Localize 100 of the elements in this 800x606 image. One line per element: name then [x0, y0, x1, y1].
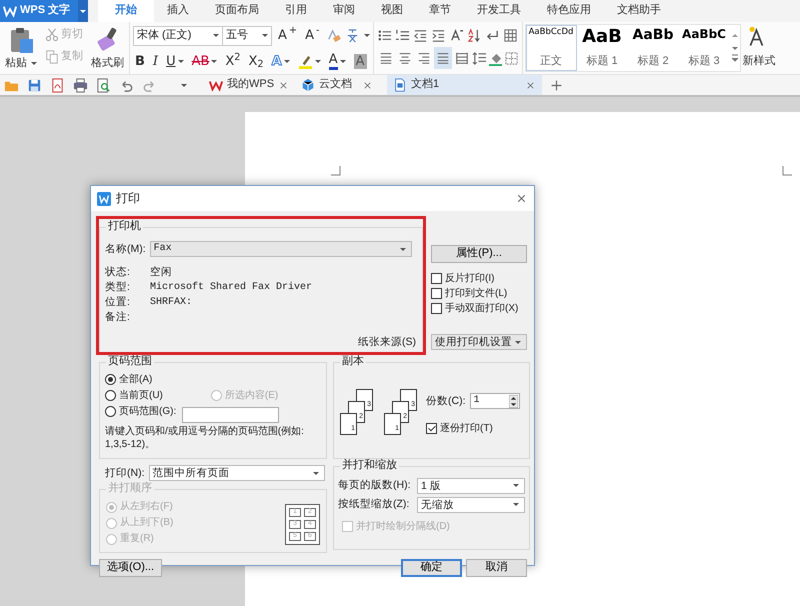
radio-option[interactable]: 全部(A): [105, 372, 152, 387]
document-tab[interactable]: 文档1: [387, 75, 542, 95]
bullet-list-icon[interactable]: [376, 28, 392, 43]
dialog-title: 打印: [116, 191, 140, 206]
copies-spinner[interactable]: 1: [470, 393, 520, 409]
copy-icon: [45, 50, 59, 64]
menu-tab[interactable]: 页面布局: [202, 0, 272, 22]
font-family-dropdown[interactable]: 宋体 (正文): [133, 26, 223, 46]
menu-tab[interactable]: 审阅: [320, 0, 368, 22]
menu-tab[interactable]: 开始: [98, 0, 154, 22]
border-icon[interactable]: [504, 50, 519, 66]
menu-tab[interactable]: 视图: [368, 0, 416, 22]
scissors-icon: [45, 28, 59, 42]
font-size-dropdown[interactable]: 五号: [222, 26, 272, 46]
close-icon[interactable]: [278, 80, 290, 90]
page-range-field[interactable]: [182, 407, 280, 423]
printer-settings-dropdown[interactable]: 使用打印机设置: [431, 334, 527, 350]
logo-icon: [97, 192, 111, 206]
style-option[interactable]: AaBbCcDd 正文: [526, 25, 577, 71]
dropdown[interactable]: 无缩放: [417, 496, 525, 512]
font-color-button[interactable]: A: [326, 50, 348, 72]
field-label: 备注:: [105, 311, 131, 324]
group-label: 页码范围: [106, 355, 154, 368]
table-icon[interactable]: [502, 28, 518, 43]
alignment-button[interactable]: [434, 47, 452, 69]
radio-option[interactable]: 当前页(U): [105, 388, 163, 403]
clear-format-icon[interactable]: [326, 28, 341, 43]
app-menu-button[interactable]: WPS 文字: [0, 0, 88, 22]
italic-button[interactable]: I: [150, 50, 160, 72]
pdf-icon[interactable]: [50, 78, 65, 92]
checkbox[interactable]: 打印到文件(L): [431, 286, 508, 301]
align-right-icon: [416, 51, 431, 65]
document-tab[interactable]: 云文档: [295, 75, 379, 95]
caret-icon: [312, 472, 318, 474]
checkbox[interactable]: 反片打印(I): [431, 271, 494, 286]
field-label: 打印(N):: [105, 466, 144, 480]
menu-tab[interactable]: 文档助手: [604, 0, 674, 22]
checkbox[interactable]: 手动双面打印(X): [431, 301, 518, 316]
underline-button[interactable]: U: [164, 50, 186, 72]
menu-tab[interactable]: 章节: [416, 0, 464, 22]
decrease-indent-icon[interactable]: [412, 28, 428, 43]
close-icon[interactable]: [525, 80, 536, 90]
align-left-icon: [378, 51, 393, 65]
format-painter-button[interactable]: 格式刷: [89, 24, 126, 72]
hint-text: 请键入页码和/或用逗号分隔的页码范围(例如: 1,3,5-12)。: [105, 426, 305, 451]
ok-button[interactable]: 确定: [401, 559, 462, 577]
paper-source-link[interactable]: 纸张来源(S): [358, 336, 416, 349]
distribute-icon: [454, 51, 469, 65]
logo-icon: [209, 78, 223, 92]
dropdown[interactable]: 1 版: [417, 478, 525, 494]
menu-tab[interactable]: 开发工具: [464, 0, 534, 22]
strikethrough-button[interactable]: AB: [190, 50, 220, 72]
caret-icon[interactable]: [181, 84, 187, 86]
numbered-list-icon[interactable]: [394, 28, 410, 43]
logo-icon: [3, 4, 17, 18]
cancel-button[interactable]: 取消: [466, 559, 527, 577]
print-preview-icon[interactable]: [96, 78, 111, 92]
printer-dropdown[interactable]: Fax: [150, 241, 412, 257]
options-button[interactable]: 选项(O)...: [99, 559, 162, 577]
superscript-button[interactable]: X$^{2}$: [223, 50, 243, 72]
add-tab-icon[interactable]: [550, 78, 563, 92]
increase-indent-icon[interactable]: [430, 28, 446, 43]
caret-icon: [80, 10, 86, 12]
align-center-icon: [398, 51, 412, 65]
line-spacing-icon[interactable]: [472, 50, 487, 66]
properties-button[interactable]: 属性(P)...: [431, 245, 527, 263]
spinner-icon[interactable]: [508, 394, 518, 408]
group-label: 打印机: [106, 220, 143, 234]
field-label: 名称(M):: [105, 242, 146, 256]
new-style-button[interactable]: 新样式: [740, 22, 778, 70]
subscript-button[interactable]: X$_{2}$: [246, 50, 266, 72]
caret-icon: [31, 62, 37, 65]
justify-icon: [436, 51, 450, 65]
document-tab[interactable]: 我的WPS: [203, 75, 287, 95]
save-icon[interactable]: [27, 78, 42, 92]
caret-icon: [513, 484, 519, 487]
field-label: 位置:: [105, 296, 131, 309]
caret-icon: [400, 248, 406, 250]
close-icon[interactable]: [362, 80, 373, 90]
field-label: 状态:: [105, 266, 131, 279]
checkbox[interactable]: 逐份打印(T): [426, 421, 493, 436]
character-scale-icon[interactable]: [448, 28, 464, 43]
field-label: 类型:: [105, 281, 131, 294]
menu-tab[interactable]: 引用: [272, 0, 320, 22]
bold-button[interactable]: B: [133, 50, 147, 72]
margin-mark: [331, 166, 341, 176]
text-effect-button[interactable]: A: [270, 50, 292, 72]
sort-icon[interactable]: [466, 28, 482, 43]
paste-button[interactable]: 粘贴: [3, 24, 39, 72]
grow-font-button[interactable]: A$^{+}$: [276, 24, 300, 46]
shrink-font-button[interactable]: A$^{-}$: [303, 24, 322, 46]
menu-tab[interactable]: 插入: [154, 0, 202, 22]
radio-option[interactable]: 页码范围(G):: [105, 404, 176, 419]
field-label: 按纸型缩放(Z):: [338, 498, 410, 511]
group-label: 并打顺序: [106, 482, 154, 496]
print-pages-dropdown[interactable]: 范围中所有页面: [148, 465, 324, 481]
field-value: SHRFAX:: [150, 296, 192, 308]
close-icon[interactable]: [515, 192, 528, 205]
menu-tab[interactable]: 特色应用: [534, 0, 604, 22]
print-icon[interactable]: [73, 78, 88, 92]
